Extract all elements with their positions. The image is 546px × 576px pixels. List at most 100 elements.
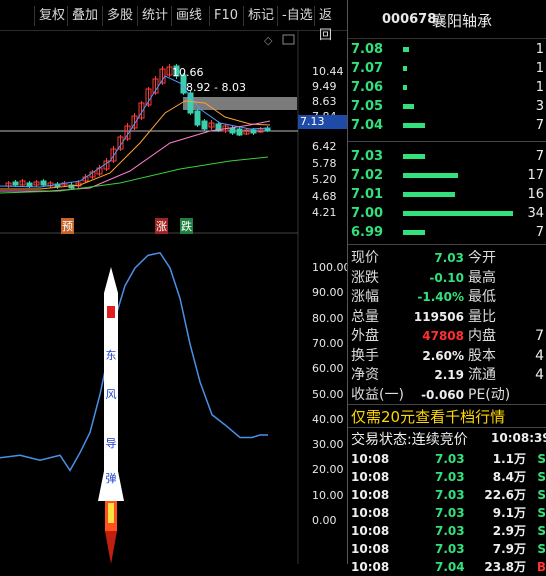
quote-label-2: 量比 [468, 308, 496, 325]
quote-row: 涨幅 -1.40% 最低 [348, 288, 546, 307]
ask-volume-bar [403, 47, 409, 52]
bid-volume-bar [403, 154, 425, 159]
candle-body [201, 120, 208, 130]
trade-price: 7.03 [435, 524, 465, 538]
window-icon[interactable] [282, 34, 295, 45]
trade-volume: 1.1万 [492, 452, 526, 466]
draw-line-button[interactable]: 画线 [171, 6, 206, 26]
multi-stock-button[interactable]: 多股 [102, 6, 137, 26]
indicator-tick-label: 10.00 [312, 488, 344, 502]
quote-value: -0.10 [429, 270, 464, 285]
quote-label-2: 今开 [468, 250, 496, 266]
trade-price: 7.03 [435, 470, 465, 484]
quote-row: 外盘 47808 内盘 7 [348, 327, 546, 346]
trade-time: 10:08 [351, 506, 390, 520]
trade-volume: 7.9万 [492, 542, 526, 556]
quote-row: 净资 2.19 流通 4 [348, 366, 546, 385]
bid-row: 7.03 7 [348, 148, 546, 166]
trade-time: 10:08 [351, 542, 390, 556]
f10-button[interactable]: F10 [209, 6, 242, 26]
candle-body [236, 128, 243, 136]
quote-panel: 000678 襄阳轴承 7.08 1 7.07 1 7.06 1 7.05 3 7.04 7 7.… [348, 0, 546, 574]
trade-status-time: 10:08:39 [491, 431, 546, 445]
indicator-tick-label: 70.00 [312, 336, 344, 350]
quote-value-2: 7 [535, 328, 544, 344]
indicator-tick-label: 100.00 [312, 261, 351, 274]
trade-volume: 9.1万 [492, 506, 526, 520]
indicator-tick-label: 40.00 [312, 412, 344, 426]
ask-volume-bar [403, 66, 407, 71]
back-button[interactable]: 返回 [314, 6, 348, 43]
trade-flag: S [537, 452, 546, 466]
trade-time: 10:08 [351, 488, 390, 502]
trade-flag: S [537, 488, 546, 502]
toolbar: 复权 叠加 多股 统计 画线 F10 标记 -自选 返回 [0, 0, 348, 43]
quote-label-2: 最低 [468, 289, 496, 305]
stock-header: 000678 襄阳轴承 [348, 0, 546, 39]
bid-volume-bar [403, 173, 458, 178]
bid-volume-bar [403, 230, 425, 235]
high-price-label: 10.66 [172, 66, 204, 79]
trade-volume: 22.6万 [484, 488, 526, 502]
quote-value: 119506 [413, 309, 464, 324]
trade-time: 10:08 [351, 470, 390, 484]
indicator-line [0, 251, 268, 472]
bid-price: 7.00 [351, 206, 384, 221]
ask-row: 7.07 1 [348, 60, 546, 78]
bid-volume: 34 [527, 206, 544, 221]
stock-name: 襄阳轴承 [432, 12, 493, 30]
chart-pane[interactable]: ◇ 10.66 8.92 - 8.03 10.449.498.637.846.4… [0, 31, 351, 564]
ask-price: 7.08 [351, 42, 384, 57]
statistics-button[interactable]: 统计 [137, 6, 172, 26]
bid-price: 6.99 [351, 225, 384, 240]
overlay-button[interactable]: 叠加 [67, 6, 102, 26]
bid-volume: 7 [535, 225, 544, 240]
bid-price: 7.03 [351, 149, 384, 164]
quote-value: -1.40% [417, 290, 464, 304]
quote-label-2: 最高 [468, 269, 496, 286]
kline-chart[interactable]: ◇ [0, 31, 348, 564]
remove-watchlist-button[interactable]: -自选 [277, 6, 317, 26]
price-tick-label: 10.44 [312, 65, 344, 78]
fuquan-button[interactable]: 复权 [34, 6, 69, 26]
trade-row: 10:08 7.03 1.1万 S [348, 450, 546, 468]
indicator-tick-label: 0.00 [312, 514, 337, 527]
trade-row: 10:08 7.03 22.6万 S [348, 486, 546, 504]
promo-link[interactable]: 仅需20元查看千档行情 [351, 406, 505, 427]
trade-price: 7.03 [435, 506, 465, 520]
status-separator [348, 427, 546, 428]
quote-label: 现价 [351, 250, 379, 266]
quote-separator [348, 244, 546, 245]
bid-row: 7.01 16 [348, 186, 546, 204]
quote-label-2: 内盘 [468, 328, 496, 344]
trade-row: 10:08 7.03 9.1万 S [348, 504, 546, 522]
pre-marker: 预 [61, 218, 74, 234]
diamond-icon[interactable]: ◇ [264, 34, 273, 47]
trade-volume: 8.4万 [492, 470, 526, 484]
quote-label: 收益(一) [351, 386, 404, 403]
bid-price: 7.01 [351, 187, 384, 202]
ask-volume: 1 [535, 42, 544, 57]
bid-volume: 7 [535, 149, 544, 164]
price-tick-label: 5.20 [312, 173, 337, 186]
trade-flag: S [537, 506, 546, 520]
bid-volume: 17 [527, 168, 544, 183]
price-tick-label: 5.78 [312, 157, 337, 170]
quote-label-2: PE(动) [468, 386, 511, 403]
ask-volume-bar [403, 123, 425, 128]
ask-price: 7.06 [351, 80, 384, 95]
ask-row: 7.05 3 [348, 98, 546, 116]
quote-label-2: 股本 [468, 347, 496, 364]
rocket-text-3: 导 [105, 437, 117, 450]
trade-row: 10:08 7.04 23.8万 B [348, 558, 546, 576]
candle-body [26, 182, 33, 187]
mark-button[interactable]: 标记 [243, 6, 278, 26]
promo-separator [348, 404, 546, 405]
ask-volume-bar [403, 104, 414, 109]
ask-price: 7.05 [351, 99, 384, 114]
candle-body [40, 180, 47, 186]
fall-marker: 跌 [180, 218, 193, 234]
trade-status-value: 连续竞价 [411, 432, 468, 448]
book-separator [348, 141, 546, 142]
indicator-tick-label: 50.00 [312, 387, 344, 401]
